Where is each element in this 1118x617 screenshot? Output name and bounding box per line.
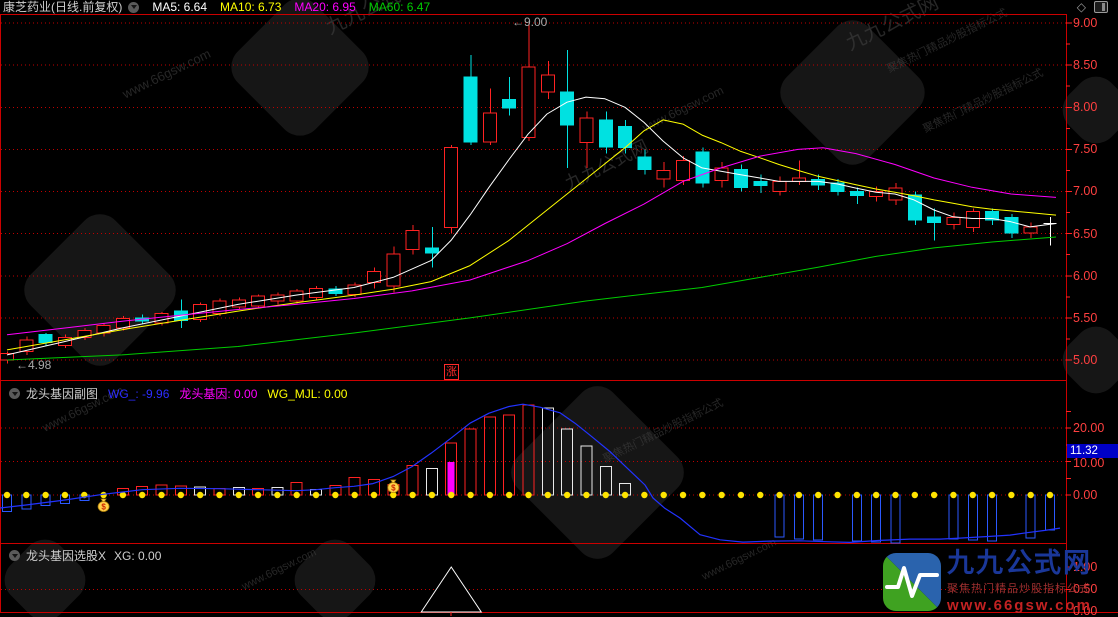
price-label: 6.00 [1073,269,1117,283]
high-price-annotation: ←9.00 [512,15,547,29]
wgmjl-value: WG_MJL: 0.00 [267,387,347,401]
wg-value: WG_: -9.96 [108,387,169,401]
selector-panel-header[interactable]: 龙头基因选股X XG: 0.00 [3,547,161,564]
price-label: 6.50 [1073,227,1117,241]
stock-title: 康芝药业(日线.前复权) [3,0,122,14]
gene-value: 龙头基因: 0.00 [179,385,257,402]
indicator-panel-header[interactable]: 龙头基因副图 WG_: -9.96 龙头基因: 0.00 WG_MJL: 0.0… [3,385,347,402]
price-label: 7.00 [1073,184,1117,198]
svg-text:$: $ [391,483,396,492]
xg-value: XG: 0.00 [114,549,161,563]
indicator-axis-label: 20.00 [1073,421,1117,435]
selector-title: 龙头基因选股X [26,547,106,564]
indicator-title: 龙头基因副图 [26,385,98,402]
price-label: 8.00 [1073,100,1117,114]
chevron-down-icon[interactable] [9,388,20,399]
ma10-value: MA10: 6.73 [220,0,281,14]
current-value-box: 11.32 [1067,444,1118,458]
price-label: 5.00 [1073,353,1117,367]
site-logo-icon [883,553,941,611]
top-bar: 康芝药业(日线.前复权) MA5: 6.64 MA10: 6.73 MA20: … [0,0,1118,14]
ma5-value: MA5: 6.64 [152,0,207,14]
price-label: 9.00 [1073,16,1117,30]
price-label: 5.50 [1073,311,1117,325]
watermark-brand: 九九公式网 [947,550,1092,577]
ma60-value: MA60: 6.47 [369,0,430,14]
watermark-url: www.66gsw.com [947,597,1092,614]
indicator-axis-label: 10.00 [1073,456,1117,470]
limit-up-marker: 涨 [444,364,459,380]
diamond-icon[interactable]: ◇ [1077,0,1086,14]
svg-text:$: $ [101,503,106,512]
chevron-down-icon[interactable] [128,2,139,13]
indicator-axis-label: 0.00 [1073,488,1117,502]
watermark-slogan: 聚焦热门精品炒股指标公式 [947,580,1092,596]
site-watermark: 九九公式网 聚焦热门精品炒股指标公式 www.66gsw.com [883,550,1092,614]
ma20-value: MA20: 6.95 [294,0,355,14]
price-label: 7.50 [1073,142,1117,156]
window-panel-icon[interactable] [1094,1,1108,13]
price-label: 8.50 [1073,58,1117,72]
stock-chart-window: 九九公式网九九公式网聚焦热门精品炒股指标公式www.66gsw.comwww.6… [0,0,1118,617]
low-price-annotation: ←4.98 [16,358,51,372]
chart-canvas[interactable]: $$ [0,0,1118,617]
chevron-down-icon[interactable] [9,550,20,561]
